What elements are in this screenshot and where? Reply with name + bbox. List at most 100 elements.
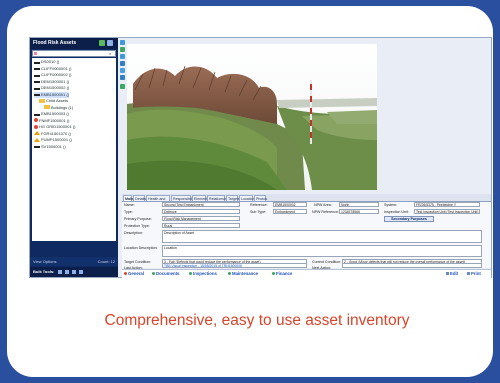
general-icon [124,272,127,276]
refresh-icon[interactable] [99,40,105,46]
asset-photo [127,44,377,190]
asset-type-icon [34,87,40,90]
slide-card: Flood Risk Assets ⌕ DS0010 () CLIFF000000… [7,6,493,377]
tab-location[interactable]: Location [239,195,255,201]
inspections-label: Inspections [193,271,217,276]
reference-label: Reference: [250,203,268,207]
type-field[interactable]: Defence [162,209,240,214]
tab-elements[interactable]: Elements [192,195,209,201]
tab-health-and-safety[interactable]: Health and Safety [146,195,170,207]
view-options-label[interactable]: View Options [33,259,57,264]
bulk-tool-icon[interactable] [71,269,76,274]
tree-item[interactable]: FNMF1500001 () [34,118,69,124]
tree-item[interactable]: DEM1500002 () [34,85,69,91]
tree-item[interactable]: DEM1500001 () [34,79,69,85]
reference-field[interactable]: EMB1500002 [273,202,307,207]
search-input[interactable] [39,51,107,56]
search-box[interactable]: ⌕ [32,50,116,57]
tree-item-label: CLIFF0000002 () [41,72,72,77]
zoom-in-icon[interactable] [120,40,125,45]
print-button[interactable]: Print [467,270,481,278]
bulk-tools-label: Bulk Tools: [33,269,55,274]
tab-photos[interactable]: Photos [254,195,267,201]
inspection-unit-field[interactable]: Test Inspection Unit (Test Inspection Un… [414,209,480,214]
tree-item-label: EMB1500001 () [41,91,70,97]
tree-item[interactable]: DS0010 () [34,59,59,65]
bulk-tool-icon[interactable] [57,269,62,274]
maintenance-label: Maintenance [232,271,259,276]
rotate-icon[interactable] [120,61,125,66]
tree-item-label: CLIFF0000001 () [41,65,72,71]
system-label: System: [384,203,397,207]
tree-item[interactable]: EMB1500003 () [34,111,69,117]
last-action-field[interactable]: TBB Visual Inspection - 15/05/2015 of TR… [162,263,307,268]
description-field[interactable]: Description of Asset [162,230,482,243]
tree-item-label: DS0010 () [41,59,60,64]
primary-purpose-label: Primary Purpose: [124,217,152,221]
npw-area-field[interactable]: North [339,202,379,207]
embankment-photo-image [127,44,377,190]
tab-targets[interactable]: Targets [226,195,240,201]
location-description-field[interactable]: Location [162,245,482,257]
finance-icon [272,272,275,276]
general-link[interactable]: General [124,270,144,278]
tree-item[interactable]: EMB1500001 () [34,91,70,98]
tree-item[interactable]: Child Assets [39,98,68,104]
edit-label: Edit [450,271,459,276]
panel-title: Flood Risk Assets [30,38,118,49]
asset-type-icon [44,105,50,110]
left-panel: Flood Risk Assets ⌕ DS0010 () CLIFF000000… [30,38,118,277]
inspection-unit-label: Inspection Unit: [384,210,409,214]
npw-reference-field[interactable]: 1234578566 [339,209,379,214]
tree-item[interactable]: FGR41501070 () [34,131,71,137]
general-label: General [128,271,145,276]
panel-title-text: Flood Risk Assets [33,40,77,46]
name-label: Name: [124,203,135,207]
maintenance-icon [228,272,231,276]
bulk-tool-icon[interactable] [78,269,83,274]
maintenance-link[interactable]: Maintenance [228,270,258,278]
edit-button[interactable]: Edit [446,270,458,278]
tab-main[interactable]: Main [123,195,133,201]
info-icon[interactable] [120,84,125,89]
system-field[interactable]: FR/26/5375 - Peebegine Y [414,202,480,207]
finance-link[interactable]: Finance [272,270,292,278]
asset-type-icon [34,61,40,64]
documents-link[interactable]: Documents [152,270,179,278]
collapse-icon[interactable] [107,40,113,46]
search-icon[interactable]: ⌕ [109,51,114,56]
asset-details-form: Name: Second Test Embankment Reference: … [122,202,491,268]
tab-responsibilities[interactable]: Responsibilities [171,195,198,201]
download-icon[interactable] [120,75,125,80]
view-options-bar[interactable]: View Options Count: 12 [30,257,118,266]
name-field[interactable]: Second Test Embankment [162,202,240,207]
tree-item[interactable]: Buildings (1) [44,105,73,111]
asset-type-icon [34,74,40,77]
inspections-link[interactable]: Inspections [189,270,217,278]
fit-icon[interactable] [120,68,125,73]
subtype-field[interactable]: Embankment [273,209,307,214]
zoom-out-icon[interactable] [120,47,125,52]
tree-item[interactable]: HG GRID1500001 () [34,124,75,130]
secondary-purposes-button[interactable]: Secondary Purposes [384,216,434,222]
location-description-label: Location Description: [124,246,158,250]
npw-reference-label: NPW Reference: [312,210,339,214]
tree-item[interactable]: CLIFF0000002 () [34,72,71,78]
protection-type-field[interactable]: Rural [162,223,240,228]
tab-relationships[interactable]: Relationships [207,195,231,201]
tree-item[interactable]: PUMP1500001 () [34,137,72,143]
next-action-field[interactable] [342,263,482,268]
tree-item-label: SV1500001 () [41,143,66,149]
asset-app-window: Flood Risk Assets ⌕ DS0010 () CLIFF000000… [29,37,492,278]
asset-type-icon [34,68,40,71]
bulk-tool-icon[interactable] [64,269,69,274]
pan-icon[interactable] [120,54,125,59]
primary-purpose-field[interactable]: Flood Risk Management [162,216,240,221]
asset-type-icon [34,124,38,129]
tree-item-label: DEM1500002 () [41,85,70,90]
filter-icon[interactable] [34,52,37,55]
tree-item-label: EMB1500003 () [41,111,70,116]
tree-item[interactable]: SV1500001 () [34,144,66,150]
tree-item[interactable]: CLIFF0000001 () [34,66,71,72]
tab-details[interactable]: Details [133,195,146,201]
